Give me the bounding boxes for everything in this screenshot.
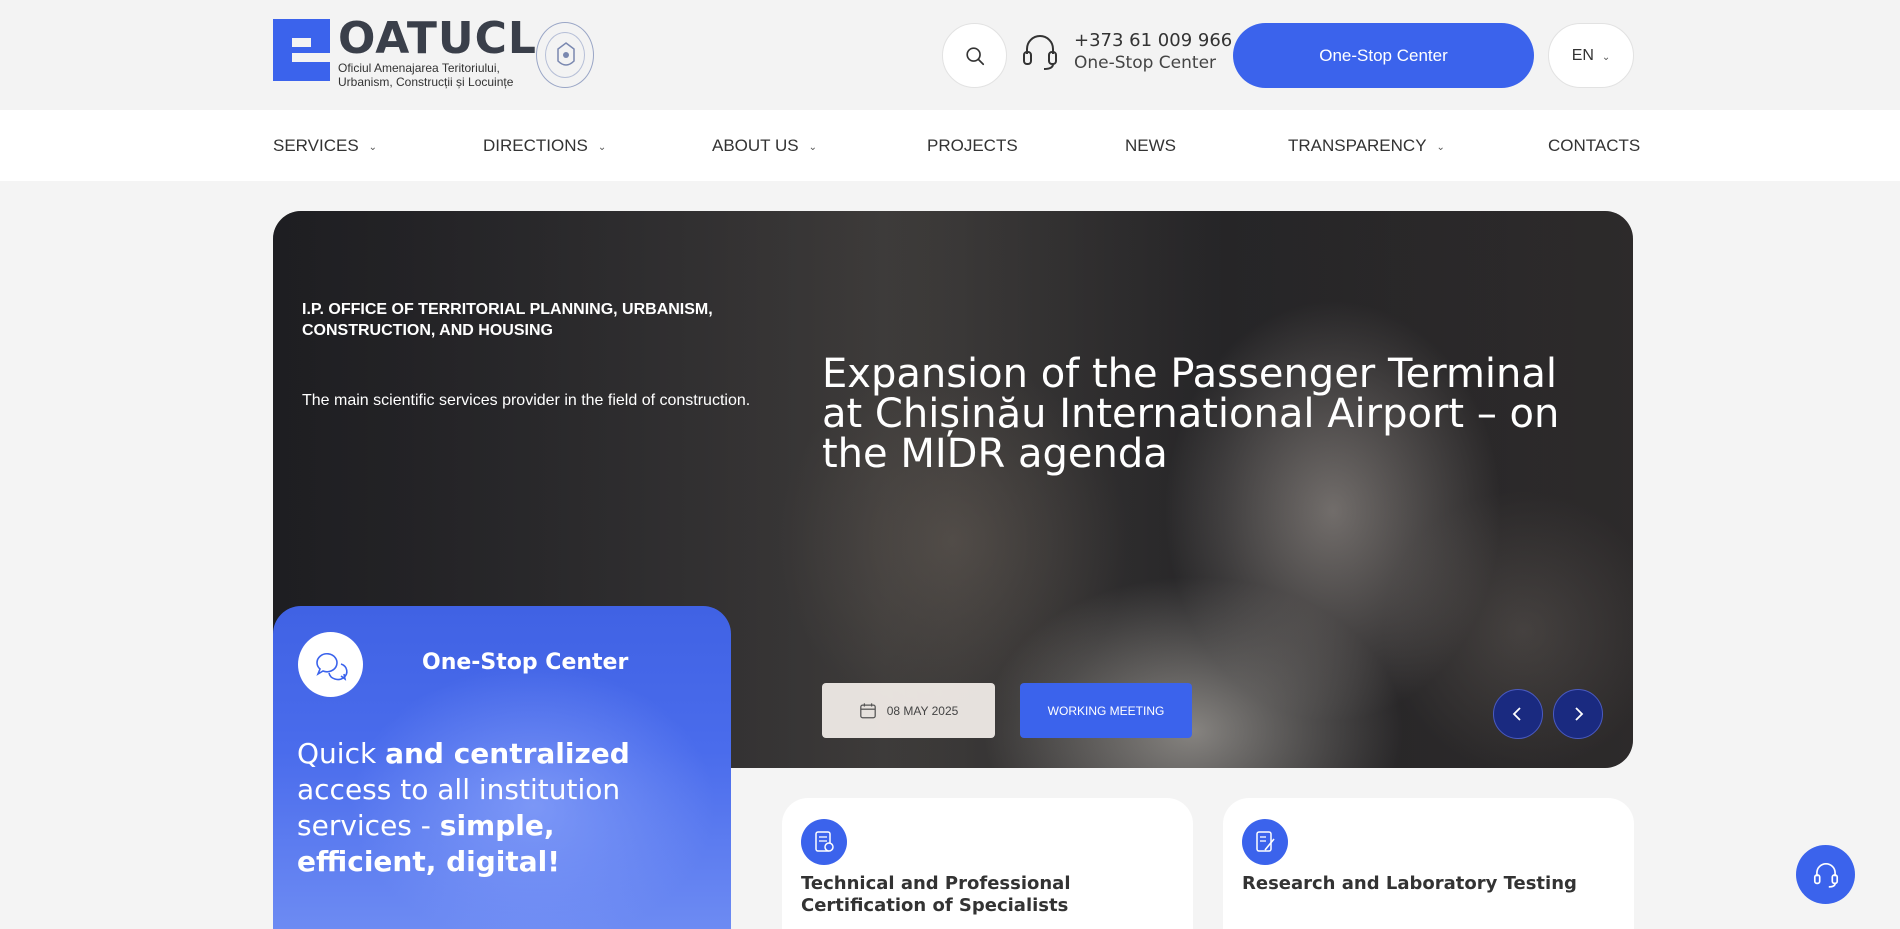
logo-subtitle-line2: Urbanism, Construcții și Locuințe [338, 75, 514, 89]
slider-next-button[interactable] [1553, 689, 1603, 739]
news-date-badge: 08 MAY 2025 [822, 683, 995, 738]
language-label: EN [1571, 46, 1594, 64]
nav-item-label: NEWS [1125, 136, 1176, 155]
chevron-down-icon: ⌄ [368, 142, 378, 153]
government-seal-icon [536, 22, 594, 88]
lab-document-icon [1242, 819, 1288, 865]
calendar-icon [859, 702, 876, 718]
hero-description: The main scientific services provider in… [302, 392, 751, 409]
site-logo[interactable]: OATUCL Oficiul Amenajarea Teritoriului, … [273, 13, 537, 90]
nav-item-directions[interactable]: DIRECTIONS ⌄ [483, 136, 606, 156]
logo-mark-icon [273, 19, 330, 81]
nav-item-label: TRANSPARENCY [1288, 136, 1427, 155]
chat-bubbles-icon [298, 632, 363, 697]
chevron-down-icon: ⌄ [1601, 51, 1611, 63]
headset-icon [1813, 862, 1838, 888]
support-chat-button[interactable] [1796, 845, 1855, 904]
osc-text-part-bold: and centralized [385, 737, 630, 770]
nav-item-label: SERVICES [273, 136, 359, 155]
phone-contact[interactable]: +373 61 009 966 One-Stop Center [1020, 30, 1232, 74]
certificate-icon [801, 819, 847, 865]
service-card-certification[interactable]: Technical and Professional Certification… [782, 798, 1193, 929]
chevron-left-icon [1512, 707, 1521, 721]
nav-item-label: DIRECTIONS [483, 136, 588, 155]
search-icon [965, 46, 984, 65]
phone-number[interactable]: +373 61 009 966 [1074, 30, 1232, 52]
service-card-research[interactable]: Research and Laboratory Testing [1223, 798, 1634, 929]
main-navigation: SERVICES ⌄ DIRECTIONS ⌄ ABOUT US ⌄ PROJE… [0, 110, 1900, 181]
hero-org-label: I.P. OFFICE OF TERRITORIAL PLANNING, URB… [302, 301, 713, 339]
nav-item-projects[interactable]: PROJECTS [927, 136, 1018, 156]
osc-text-part: Quick [297, 737, 386, 770]
headset-icon [1023, 35, 1057, 70]
chevron-right-icon [1575, 707, 1584, 721]
nav-item-news[interactable]: NEWS [1125, 136, 1176, 156]
nav-item-about-us[interactable]: ABOUT US ⌄ [712, 136, 817, 156]
logo-title: OATUCL [338, 13, 537, 64]
one-stop-center-title: One-Stop Center [422, 650, 629, 675]
language-selector[interactable]: EN ⌄ [1548, 23, 1634, 88]
search-button[interactable] [942, 23, 1007, 88]
service-card-title: Technical and Professional Certification… [801, 873, 1071, 916]
hero-headline[interactable]: Expansion of the Passenger Terminal at C… [822, 354, 1602, 474]
nav-item-label: CONTACTS [1548, 136, 1641, 155]
nav-item-services[interactable]: SERVICES ⌄ [273, 136, 377, 156]
phone-label: One-Stop Center [1074, 53, 1217, 73]
one-stop-center-text: Quick and centralized access to all inst… [297, 736, 647, 880]
nav-item-label: PROJECTS [927, 136, 1018, 155]
nav-item-label: ABOUT US [712, 136, 799, 155]
service-card-title: Research and Laboratory Testing [1242, 873, 1577, 894]
logo-text: OATUCL Oficiul Amenajarea Teritoriului, … [338, 13, 537, 90]
one-stop-center-button[interactable]: One-Stop Center [1233, 23, 1534, 88]
one-stop-center-card[interactable]: One-Stop Center Quick and centralized ac… [273, 606, 731, 929]
chevron-down-icon: ⌄ [1436, 142, 1445, 153]
news-category-tag[interactable]: WORKING MEETING [1020, 683, 1192, 738]
chevron-down-icon: ⌄ [597, 142, 607, 153]
slider-prev-button[interactable] [1493, 689, 1543, 739]
chevron-down-icon: ⌄ [808, 142, 817, 153]
news-date: 08 MAY 2025 [886, 703, 959, 718]
nav-item-transparency[interactable]: TRANSPARENCY ⌄ [1288, 136, 1445, 156]
top-header: OATUCL Oficiul Amenajarea Teritoriului, … [0, 0, 1900, 110]
nav-item-contacts[interactable]: CONTACTS [1548, 136, 1640, 156]
